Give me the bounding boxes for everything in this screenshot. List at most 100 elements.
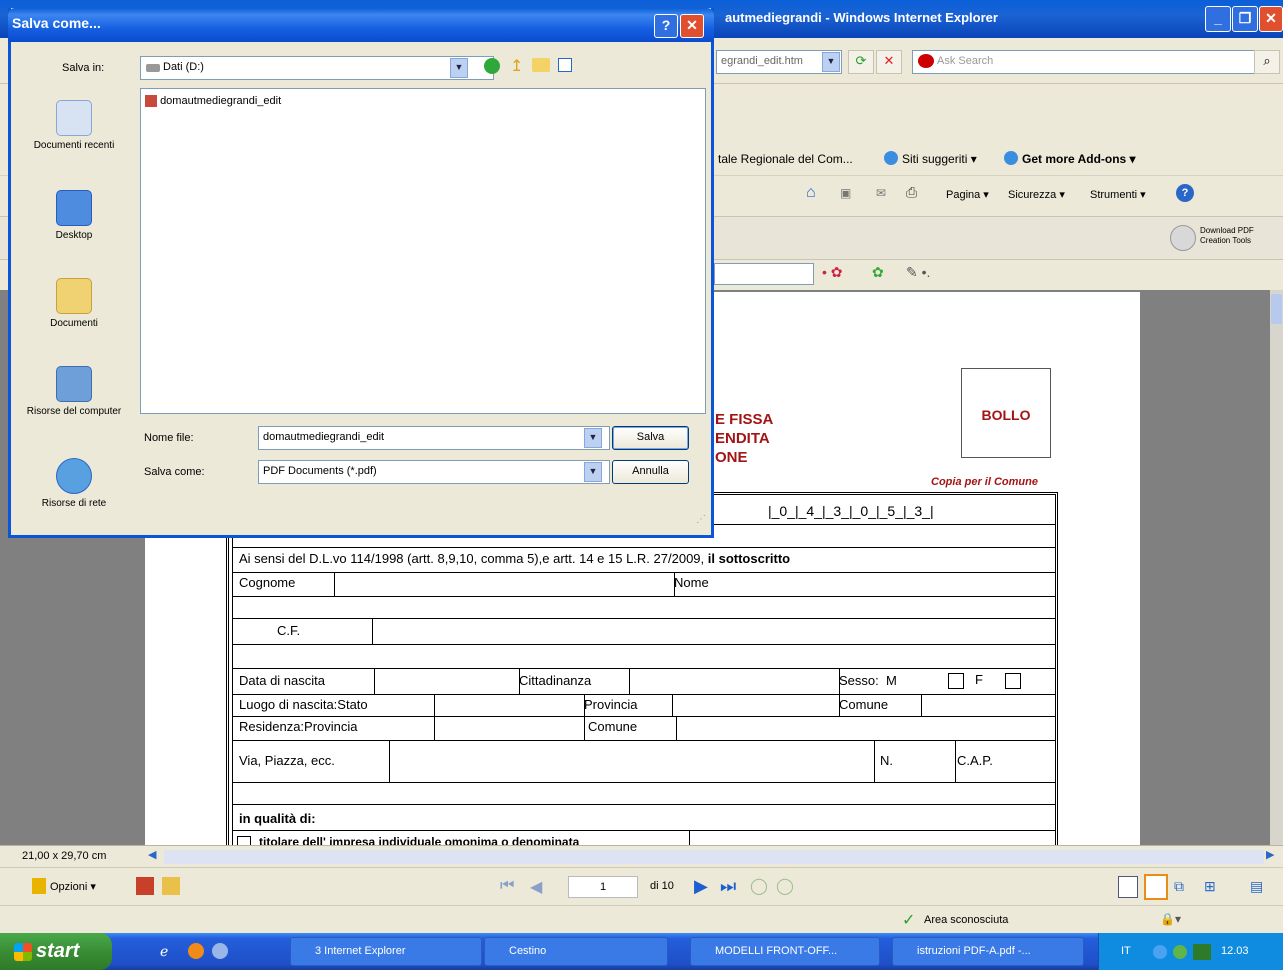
place-network[interactable]: Risorse di rete [18,458,130,509]
citizenship-field [623,668,840,694]
first-page-icon[interactable]: ⏮ [500,877,514,895]
ie-window-title: autmediegrandi - Windows Internet Explor… [725,10,998,25]
back-icon[interactable] [484,58,500,74]
dialog-close-icon[interactable]: ✕ [680,14,704,38]
feeds-icon[interactable]: ▣ [840,186,851,200]
up-folder-icon[interactable]: ↥ [510,56,523,76]
place-my-computer[interactable]: Risorse del computer [18,366,130,417]
page-menu[interactable]: Pagina ▾ [946,188,989,201]
view-menu-icon[interactable] [558,58,572,72]
minimize-button[interactable]: _ [1205,6,1231,32]
language-indicator[interactable]: IT [1121,933,1131,970]
scroll-left-icon[interactable]: ◀ [148,848,162,864]
quicklaunch-ie-icon[interactable]: ℯ [160,943,168,960]
page-number-input[interactable]: 1 [568,876,638,898]
system-tray: IT 12.03 [1098,933,1283,970]
save-type-select[interactable]: PDF Documents (*.pdf) [258,460,610,484]
help-icon[interactable]: ? [1176,184,1194,202]
resize-grip-icon[interactable]: ⋰ [696,514,706,525]
search-input[interactable]: Ask Search [912,50,1278,74]
zoom-icon[interactable]: 🔒▾ [1160,912,1181,926]
residence-municipality-label: Comune [578,716,677,740]
tools-menu[interactable]: Strumenti ▾ [1090,188,1146,201]
prev-page-icon[interactable]: ◀ [530,877,542,897]
suggested-sites-link[interactable]: Siti suggeriti ▾ [902,152,977,166]
quicklaunch-firefox-icon[interactable] [188,943,204,959]
tray-icon[interactable] [1173,945,1187,959]
province-field [666,694,840,716]
stop-icon[interactable]: ✕ [876,50,902,74]
help-button[interactable]: ? [654,14,678,38]
pdf-icon[interactable] [136,877,154,895]
pdf-find-input[interactable] [714,263,814,285]
save-in-select[interactable]: Dati (D:) [140,56,494,80]
last-page-icon[interactable]: ⏭ [720,876,736,897]
place-desktop[interactable]: Desktop [18,190,130,241]
quicklaunch-desktop-icon[interactable] [212,943,228,959]
horizontal-scrollbar[interactable] [164,850,1264,864]
clock[interactable]: 12.03 [1221,933,1249,970]
vertical-scrollbar[interactable] [1270,290,1283,845]
task-pdf[interactable]: istruzioni PDF-A.pdf -... [892,937,1084,966]
attachment-icon[interactable] [162,877,180,895]
filename-input[interactable]: domautmediegrandi_edit [258,426,610,450]
name-label: Nome [674,575,709,590]
new-folder-icon[interactable] [532,58,550,72]
favorite-link[interactable]: tale Regionale del Com... [718,152,853,166]
form-row: C.F. [232,618,1056,645]
task-folder[interactable]: MODELLI FRONT-OFF... [690,937,880,966]
place-my-documents[interactable]: Documenti [18,278,130,329]
continuous-facing-icon[interactable]: ⊞ [1204,878,1216,895]
restore-button[interactable]: ❐ [1232,6,1258,32]
save-in-dropdown-icon[interactable]: ▼ [450,58,468,78]
safety-menu[interactable]: Sicurezza ▾ [1008,188,1065,201]
file-item[interactable]: domautmediegrandi_edit [145,95,281,108]
task-internet-explorer[interactable]: 3 Internet Explorer [290,937,482,966]
pdf-download-icon[interactable] [1170,225,1196,251]
home-icon[interactable]: ⌂ [806,184,816,202]
pdf-download-label[interactable]: Download PDF Creation Tools [1200,226,1282,246]
place-label: Documenti [50,318,98,329]
surname-field [328,572,675,596]
residence-field [428,716,585,740]
next-page-icon[interactable]: ▶ [694,876,708,897]
print-icon[interactable]: ⎙ [906,184,917,201]
filename-dropdown-icon[interactable]: ▼ [584,428,602,448]
mail-icon[interactable]: ✉ [876,186,886,200]
html-file-icon [145,95,157,108]
tray-icon[interactable] [1153,945,1167,959]
facing-pages-icon[interactable]: ⧉ [1174,878,1184,895]
save-pdf-icon[interactable]: ▤ [1250,878,1263,895]
search-icon[interactable]: ⌕ [1254,50,1280,74]
heading-line: ONE [715,449,748,466]
save-type-label: Salva come: [144,466,205,478]
address-dropdown-icon[interactable]: ▼ [822,52,840,72]
close-icon[interactable]: ✕ [1259,6,1283,32]
get-addons-link[interactable]: Get more Add-ons ▾ [1022,152,1136,166]
form-row [232,596,1056,619]
options-icon [32,878,46,894]
pdf-tool-icon-3[interactable]: ✎ •. [906,264,930,281]
pdf-tool-icon[interactable]: • ✿ [822,264,843,281]
task-recycle-bin[interactable]: Cestino [484,937,668,966]
zone-check-icon: ✓ [902,912,916,929]
back-view-icon[interactable]: ◯ [750,876,768,896]
save-type-dropdown-icon[interactable]: ▼ [584,462,602,482]
options-menu[interactable]: Opzioni ▾ [50,880,96,893]
tray-icon[interactable] [1193,944,1211,960]
file-list[interactable]: domautmediegrandi_edit [140,88,706,414]
single-page-icon[interactable] [1118,876,1138,898]
scroll-right-icon[interactable]: ▶ [1266,848,1274,861]
male-checkbox[interactable] [948,672,964,689]
refresh-icon[interactable]: ⟳ [848,50,874,74]
cancel-button[interactable]: Annulla [612,460,689,484]
sex-label: Sesso: M [833,668,949,694]
save-button[interactable]: Salva [612,426,689,450]
scrollbar-thumb[interactable] [1271,294,1282,324]
forward-view-icon[interactable]: ◯ [776,876,794,896]
pdf-tool-icon-2[interactable]: ✿ [872,264,884,281]
place-recent-documents[interactable]: Documenti recenti [18,100,130,151]
page-size-label: 21,00 x 29,70 cm [22,850,107,862]
continuous-page-icon[interactable] [1144,874,1168,900]
female-checkbox[interactable] [1005,672,1021,689]
